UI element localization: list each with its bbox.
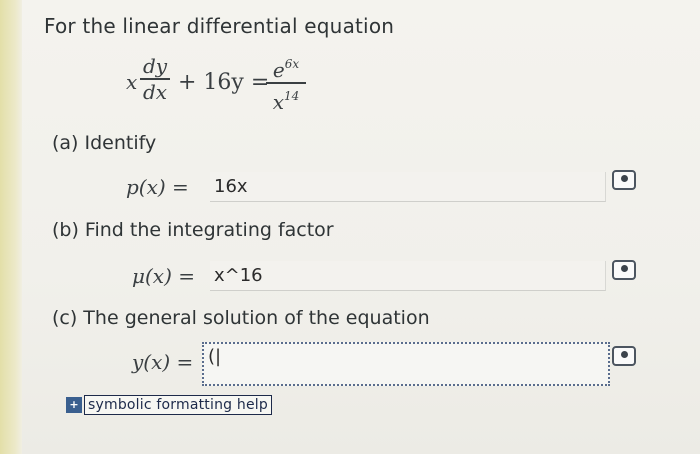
part-a-label: (a) Identify [52,132,157,154]
part-b-label: (b) Find the integrating factor [52,219,334,241]
eye-preview-icon[interactable] [612,170,636,190]
eye-preview-icon[interactable] [612,346,636,366]
rhs-numerator-exponent: 6x [284,57,300,71]
mu-of-x-answer-field[interactable]: x^16 [210,261,606,291]
part-c-math-label: y(x) = [132,350,194,374]
rhs-denominator-base: x [272,90,284,114]
equation-lhs-coefficient: x [126,70,138,94]
dx-denominator: dx [140,78,170,104]
symbolic-formatting-help-link[interactable]: + symbolic formatting help [66,395,272,415]
eye-preview-icon[interactable] [612,260,636,280]
differential-equation: x dy dx + 16y = e6x x14 [126,48,346,118]
equation-middle-term: + 16y = [178,70,270,95]
part-b-math-label: μ(x) = [132,264,195,288]
plus-icon: + [66,397,82,413]
dy-dx-fraction: dy dx [140,54,170,104]
symbolic-formatting-help-text[interactable]: symbolic formatting help [84,395,272,415]
left-margin-strip [0,0,22,454]
rhs-numerator: e6x [266,52,306,82]
p-of-x-answer-field[interactable]: 16x [210,172,606,202]
rhs-denominator-exponent: 14 [284,89,300,103]
rhs-denominator: x14 [266,82,306,114]
rhs-numerator-base: e [272,58,285,82]
part-c-label: (c) The general solution of the equation [52,307,430,329]
rhs-fraction: e6x x14 [266,52,306,114]
question-title: For the linear differential equation [44,14,395,38]
y-of-x-answer-field[interactable]: (| [202,342,610,386]
dy-numerator: dy [142,54,168,78]
part-a-math-label: p(x) = [126,175,189,199]
